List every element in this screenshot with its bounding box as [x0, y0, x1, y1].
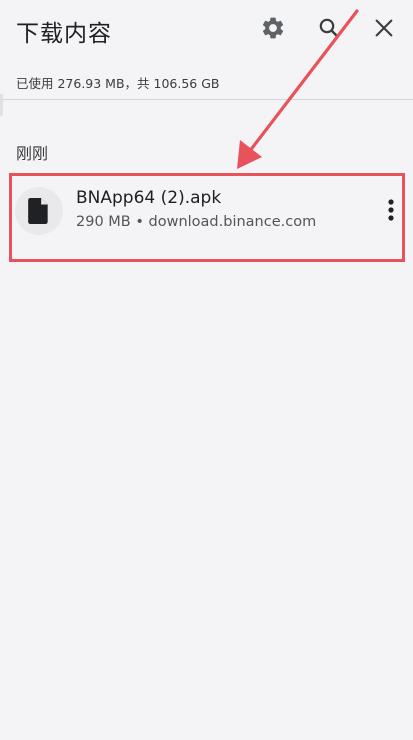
file-meta: 290 MB • download.binance.com [76, 214, 317, 230]
file-icon [28, 198, 48, 224]
settings-button[interactable] [257, 12, 289, 44]
close-button[interactable] [368, 12, 400, 44]
divider [0, 99, 413, 100]
search-icon [319, 18, 339, 38]
gear-icon [262, 17, 284, 39]
more-vert-icon [388, 199, 394, 221]
close-icon [375, 19, 393, 37]
more-options-button[interactable] [378, 192, 404, 228]
scroll-edge [0, 94, 3, 116]
file-name: BNApp64 (2).apk [76, 188, 222, 208]
search-button[interactable] [313, 12, 345, 44]
download-item[interactable]: BNApp64 (2).apk 290 MB • download.binanc… [9, 173, 405, 262]
section-header: 刚刚 [16, 144, 49, 163]
page-title: 下载内容 [16, 21, 112, 47]
file-thumbnail [15, 187, 63, 235]
app-header: 下载内容 [0, 0, 413, 60]
annotation-arrow [237, 9, 359, 169]
storage-usage: 已使用 276.93 MB，共 106.56 GB [16, 76, 220, 91]
